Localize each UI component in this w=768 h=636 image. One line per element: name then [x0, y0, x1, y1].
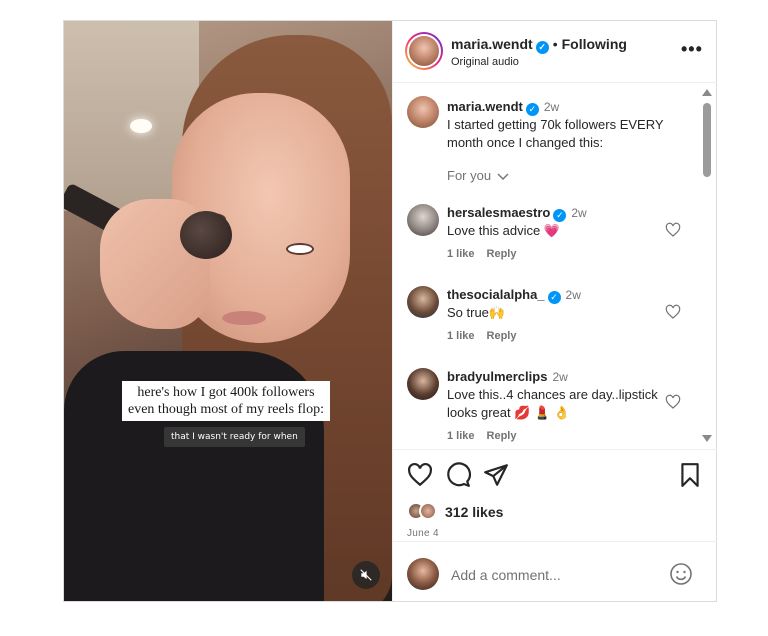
add-comment-bar	[393, 541, 717, 601]
verified-badge-icon: ✓	[547, 291, 561, 304]
post-container: here's how I got 400k followers even tho…	[63, 20, 717, 602]
following-button[interactable]: Following	[562, 36, 627, 52]
avatar[interactable]	[407, 286, 439, 318]
share-icon[interactable]	[483, 462, 509, 488]
like-comment-heart-icon[interactable]	[665, 304, 681, 320]
reply-button[interactable]: Reply	[487, 430, 517, 442]
comments-scrollbar[interactable]	[701, 89, 713, 445]
list-item: thesocialalpha_ ✓ 2w So true🙌 1 like Reply	[393, 284, 703, 358]
caption-username[interactable]: maria.wendt	[447, 99, 523, 114]
header-separator: •	[552, 36, 558, 52]
list-item: hersalesmaestro ✓ 2w Love this advice 💗 1 …	[393, 202, 703, 276]
reel-video[interactable]: here's how I got 400k followers even tho…	[64, 21, 392, 601]
comment-username[interactable]: hersalesmaestro	[447, 205, 550, 220]
scroll-down-arrow-icon[interactable]	[702, 435, 712, 442]
header-username[interactable]: maria.wendt	[451, 36, 533, 52]
overlay-line-2: even though most of my reels flop:	[128, 402, 324, 417]
heart-icon[interactable]	[407, 462, 433, 488]
mute-button[interactable]	[352, 561, 380, 589]
original-audio-link[interactable]: Original audio	[451, 56, 519, 68]
comment-time: 2w	[552, 370, 568, 384]
comment-likes-count[interactable]: 1 like	[447, 248, 475, 260]
for-you-label: For you	[447, 168, 492, 183]
comment-text: Love this advice 💗	[447, 223, 561, 238]
avatar	[419, 502, 437, 520]
bookmark-icon[interactable]	[677, 462, 703, 488]
more-options-icon[interactable]: •••	[681, 39, 703, 60]
comment-text: Love this..4 chances are day..lipstick l…	[447, 387, 658, 420]
like-comment-heart-icon[interactable]	[665, 394, 681, 410]
caption-text: I started getting 70k followers EVERY mo…	[447, 117, 664, 150]
post-caption: maria.wendt ✓ 2w I started getting 70k fol…	[447, 98, 687, 152]
verified-badge-icon: ✓	[535, 41, 549, 54]
likes-count[interactable]: 312 likes	[445, 504, 503, 520]
comments-list[interactable]: maria.wendt ✓ 2w I started getting 70k fol…	[393, 84, 717, 448]
like-comment-heart-icon[interactable]	[665, 222, 681, 238]
comment-likes-count[interactable]: 1 like	[447, 430, 475, 442]
video-subtitle: that I wasn't ready for when	[164, 427, 305, 447]
list-item: bradyulmerclips 2w Love this..4 chances a…	[393, 366, 703, 448]
avatar[interactable]	[407, 368, 439, 400]
avatar[interactable]	[407, 96, 439, 128]
emoji-icon[interactable]	[669, 562, 693, 586]
post-header: maria.wendt ✓ • Following Original audio ••…	[393, 21, 717, 83]
comment-username[interactable]: thesocialalpha_	[447, 287, 545, 302]
avatar[interactable]	[407, 204, 439, 236]
comment-text: So true🙌	[447, 305, 506, 320]
for-you-toggle[interactable]: For you	[447, 168, 509, 183]
reply-button[interactable]: Reply	[487, 248, 517, 260]
caption-time: 2w	[543, 100, 560, 114]
verified-badge-icon: ✓	[525, 103, 539, 116]
liked-by-avatars[interactable]	[407, 502, 443, 522]
reply-button[interactable]: Reply	[487, 330, 517, 342]
avatar[interactable]	[405, 32, 443, 70]
mute-icon	[360, 569, 372, 581]
video-text-overlay: here's how I got 400k followers even tho…	[122, 381, 330, 421]
comment-icon[interactable]	[445, 462, 471, 488]
post-date[interactable]: June 4	[407, 528, 439, 539]
comment-username[interactable]: bradyulmerclips	[447, 369, 547, 384]
comment-likes-count[interactable]: 1 like	[447, 330, 475, 342]
scrollbar-thumb[interactable]	[703, 103, 711, 177]
comment-input[interactable]	[451, 564, 651, 586]
overlay-line-1: here's how I got 400k followers	[137, 385, 315, 400]
avatar	[407, 558, 439, 590]
scroll-up-arrow-icon[interactable]	[702, 89, 712, 96]
verified-badge-icon: ✓	[553, 209, 567, 222]
comment-time: 2w	[571, 206, 587, 220]
post-side-panel: maria.wendt ✓ • Following Original audio ••…	[392, 21, 717, 601]
chevron-down-icon	[497, 173, 509, 180]
comment-time: 2w	[565, 288, 581, 302]
